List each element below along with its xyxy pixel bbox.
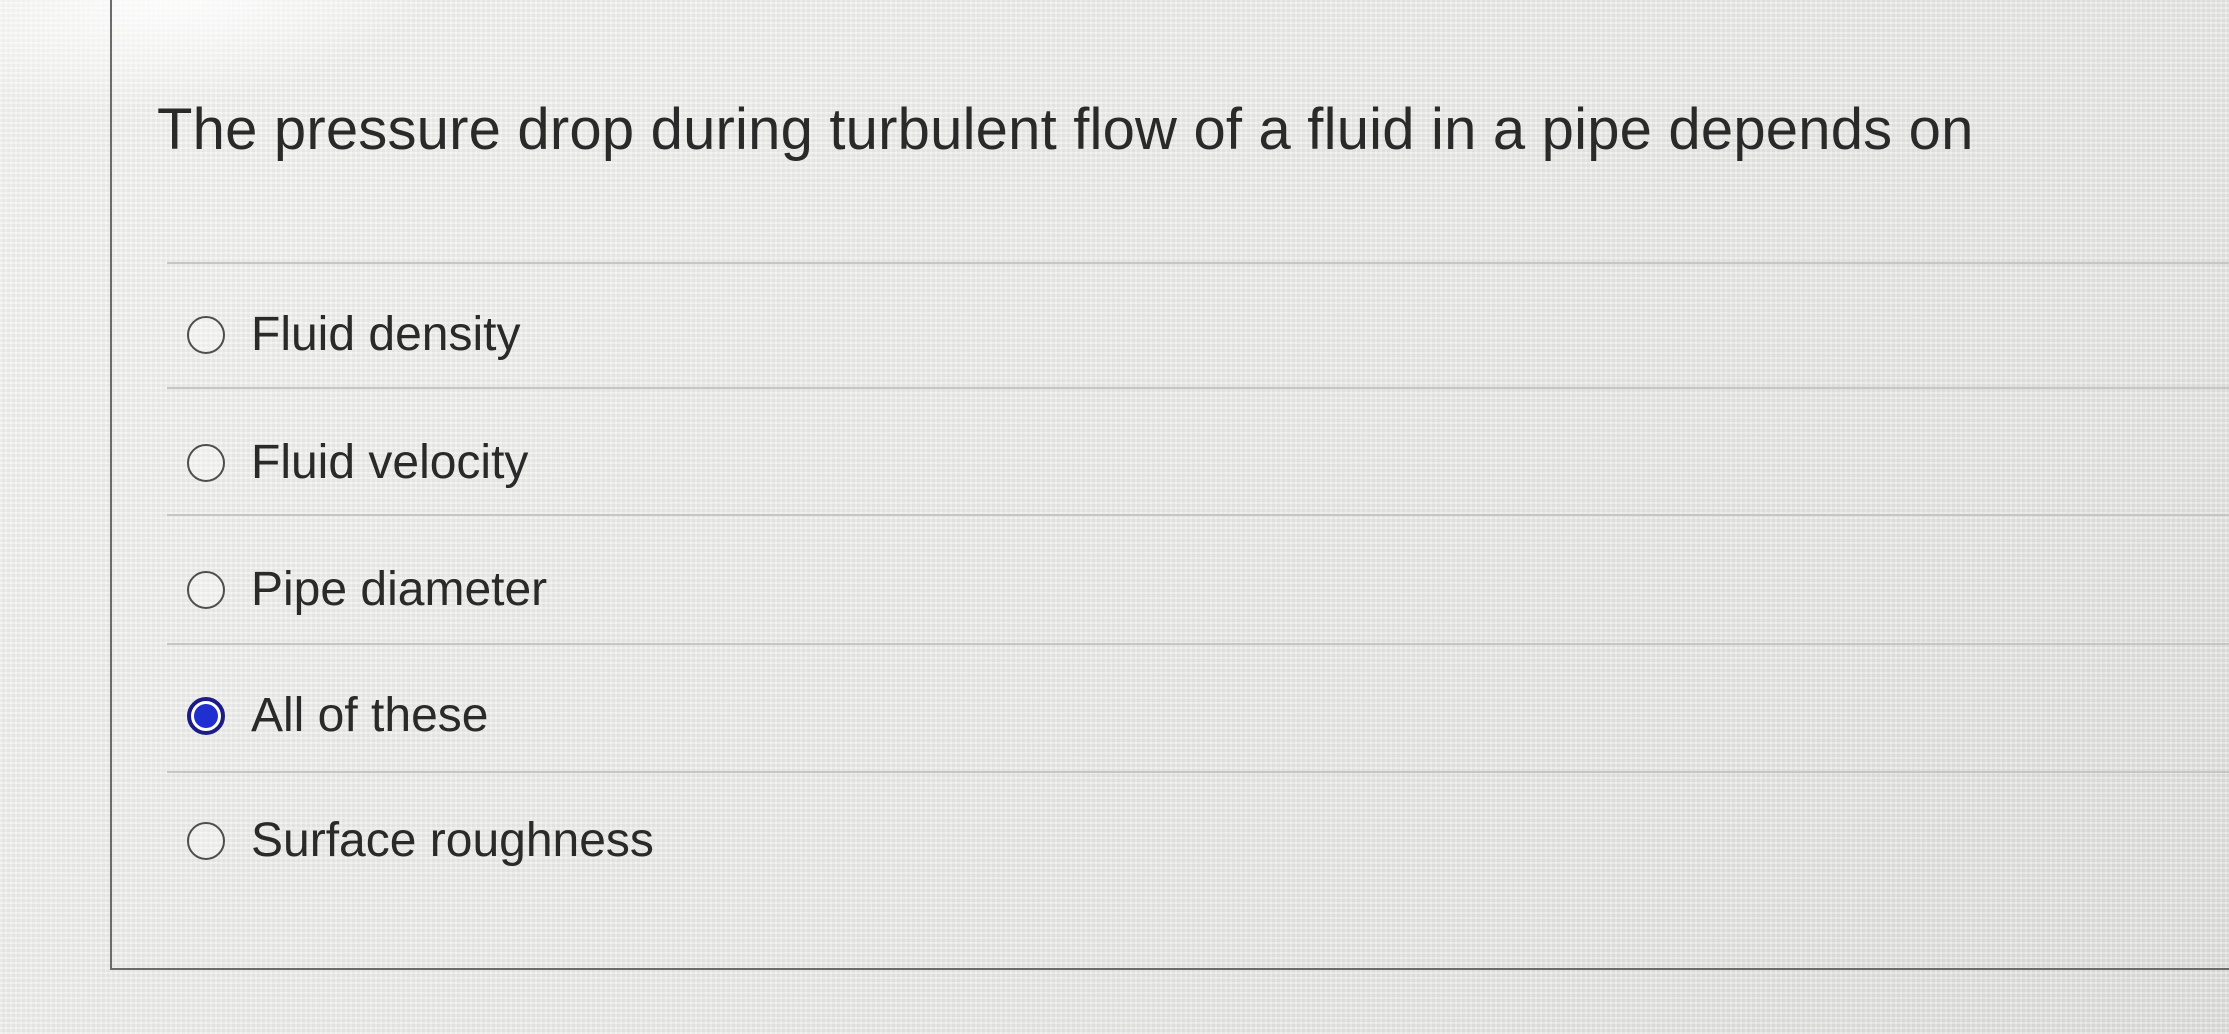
divider xyxy=(167,771,2229,773)
answer-option-fluid-density[interactable]: Fluid density xyxy=(187,295,520,375)
radio-button-pipe-diameter[interactable] xyxy=(187,571,225,609)
answer-option-all-of-these[interactable]: All of these xyxy=(187,676,488,756)
answer-option-surface-roughness[interactable]: Surface roughness xyxy=(187,801,654,881)
answer-label: Fluid velocity xyxy=(251,436,529,489)
answer-option-pipe-diameter[interactable]: Pipe diameter xyxy=(187,550,547,630)
radio-selected-dot xyxy=(194,704,218,728)
divider xyxy=(167,262,2229,264)
radio-button-fluid-velocity[interactable] xyxy=(187,444,225,482)
divider xyxy=(167,387,2229,389)
radio-button-all-of-these-selected[interactable] xyxy=(187,697,225,735)
answer-label: All of these xyxy=(251,689,489,742)
question-panel: The pressure drop during turbulent flow … xyxy=(110,0,2229,970)
divider xyxy=(167,514,2229,516)
divider xyxy=(167,643,2229,645)
answer-label: Pipe diameter xyxy=(251,563,548,616)
radio-button-surface-roughness[interactable] xyxy=(187,822,225,860)
answer-label: Fluid density xyxy=(251,308,521,361)
answer-label: Surface roughness xyxy=(251,814,654,867)
answer-option-fluid-velocity[interactable]: Fluid velocity xyxy=(187,423,528,503)
question-text: The pressure drop during turbulent flow … xyxy=(157,97,1974,162)
radio-button-fluid-density[interactable] xyxy=(187,316,225,354)
